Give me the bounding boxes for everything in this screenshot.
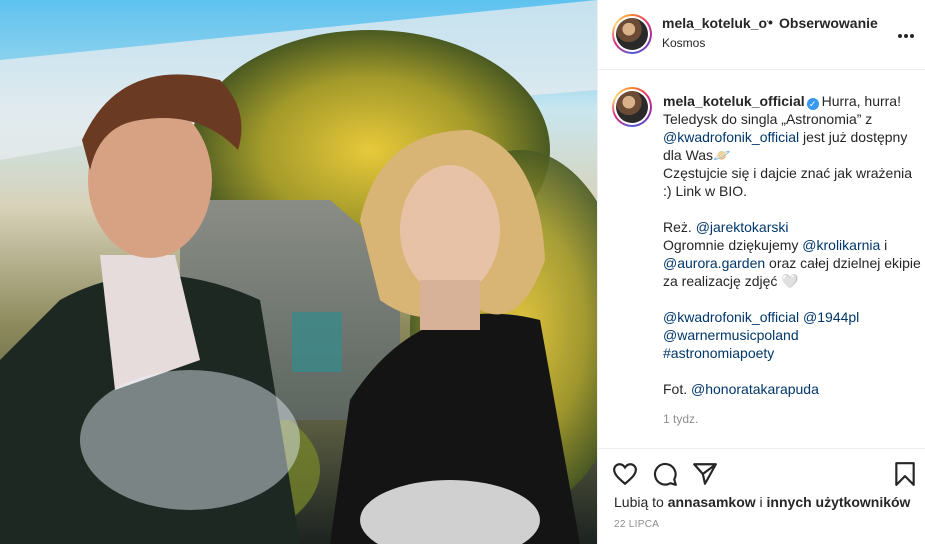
mention-link[interactable]: @honoratakarapuda: [691, 381, 819, 397]
post-image: [0, 0, 597, 544]
caption-line: Reż.: [663, 219, 696, 235]
mention-link[interactable]: @jarektokarski: [696, 219, 789, 235]
following-button[interactable]: Obserwowanie: [779, 15, 878, 31]
caption-text: mela_koteluk_official ✓ Hurra, hurra! Tele…: [663, 92, 921, 398]
post-caption: mela_koteluk_official ✓ Hurra, hurra! Tele…: [598, 70, 925, 448]
heart-emoji: 🤍: [781, 273, 799, 289]
likes-summary: Lubią to annasamkow i innych użytkownikó…: [614, 494, 910, 510]
post-side-panel: mela_koteluk_official • Obserwowanie Kos…: [597, 0, 925, 544]
liker-username[interactable]: annasamkow: [668, 494, 756, 510]
share-icon[interactable]: [692, 461, 718, 487]
author-avatar[interactable]: [612, 14, 652, 54]
post-date[interactable]: 22 LIPCA: [614, 519, 659, 530]
mention-link[interactable]: @aurora.garden: [663, 255, 765, 271]
caption-username[interactable]: mela_koteluk_official: [663, 93, 805, 109]
mention-link[interactable]: @1944pl: [803, 309, 859, 325]
caption-timestamp[interactable]: 1 tydz.: [663, 412, 698, 426]
comment-icon[interactable]: [652, 461, 678, 487]
separator: •: [768, 14, 773, 30]
mention-link[interactable]: @kwadrofonik_official: [663, 129, 799, 145]
mention-link[interactable]: @kwadrofonik_official: [663, 309, 799, 325]
other-likers-link[interactable]: innych użytkowników: [767, 494, 911, 510]
caption-line: Częstujcie się i dajcie znać jak wrażeni…: [663, 165, 912, 199]
heart-icon[interactable]: [612, 461, 638, 487]
mention-link[interactable]: @krolikarnia: [802, 237, 880, 253]
mention-link[interactable]: @warnermusicpoland: [663, 327, 799, 343]
hashtag-link[interactable]: #astronomiapoety: [663, 345, 774, 361]
post-location[interactable]: Kosmos: [662, 36, 705, 50]
verified-badge-icon: ✓: [806, 98, 819, 110]
likes-prefix: Lubią to: [614, 494, 668, 510]
caption-line: i: [880, 237, 888, 253]
caption-paragraph: Reż. @jarektokarski Ogromnie dziękujemy @…: [663, 218, 921, 290]
planet-emoji: 🪐: [713, 147, 731, 163]
post-actions: Lubią to annasamkow i innych użytkownikó…: [598, 448, 925, 544]
more-options-icon[interactable]: [898, 25, 918, 39]
caption-paragraph: @kwadrofonik_official @1944pl @warnermusi…: [663, 308, 921, 362]
caption-author-avatar[interactable]: [612, 87, 652, 127]
post-photo[interactable]: [0, 0, 597, 544]
caption-line: Fot.: [663, 381, 692, 397]
caption-paragraph: Fot. @honoratakarapuda: [663, 380, 921, 398]
bookmark-icon[interactable]: [892, 461, 918, 487]
likes-mid: i: [755, 494, 767, 510]
author-username[interactable]: mela_koteluk_official: [662, 15, 768, 31]
caption-line: Ogromnie dziękujemy: [663, 237, 803, 253]
post-header: mela_koteluk_official • Obserwowanie Kos…: [598, 0, 925, 70]
